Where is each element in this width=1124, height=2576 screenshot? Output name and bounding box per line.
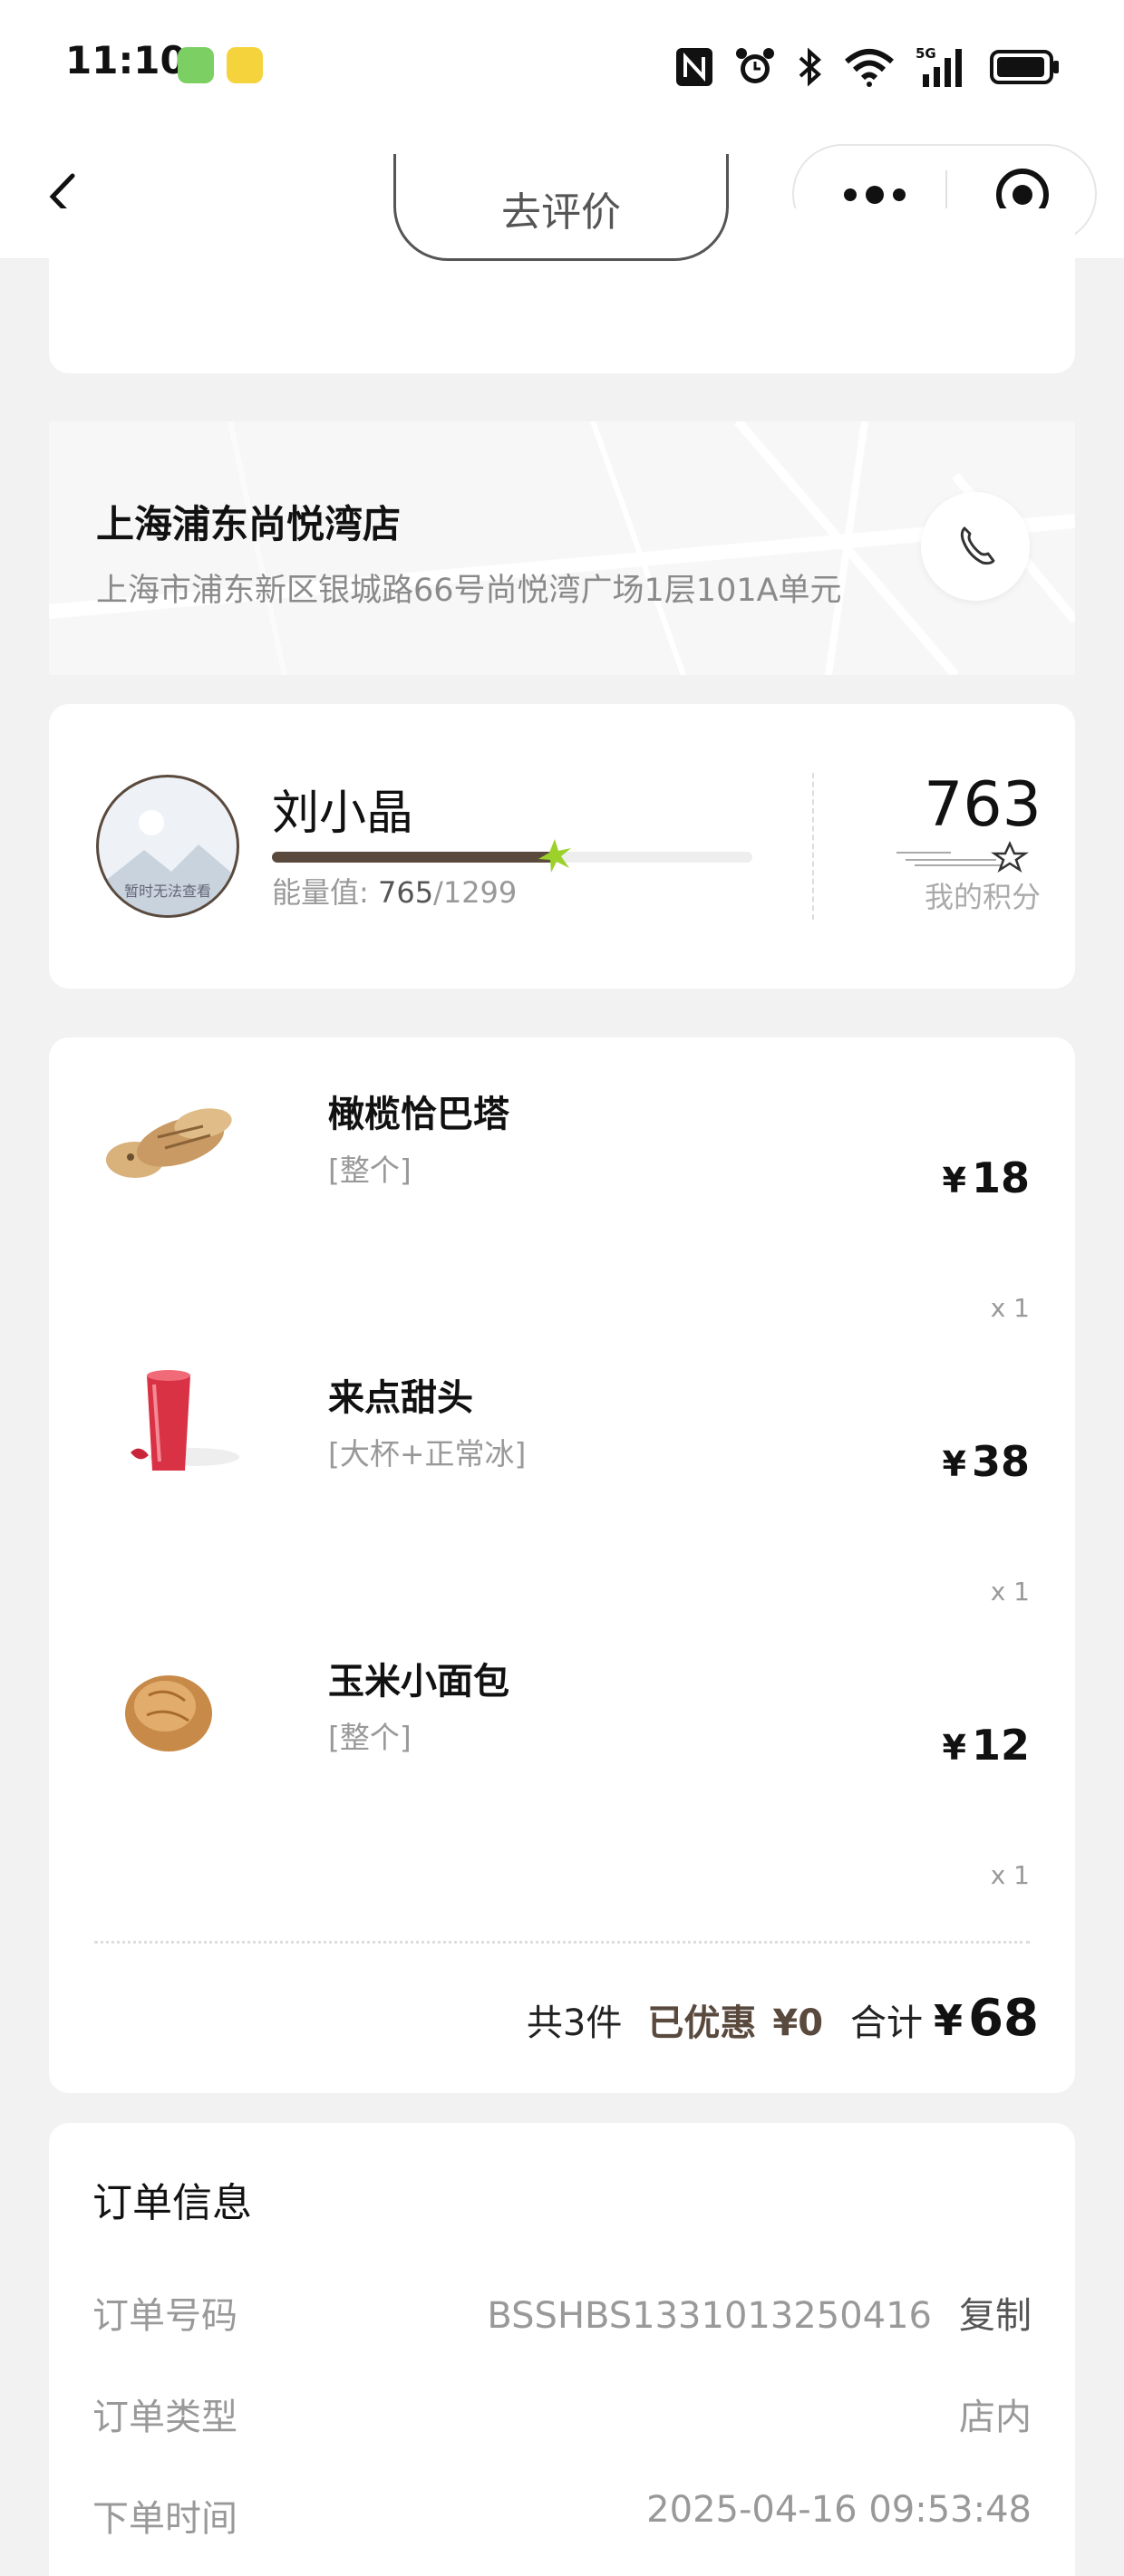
avatar-placeholder-text: 暂时无法查看: [123, 883, 211, 900]
message-app-icon: [178, 47, 214, 83]
ciabatta-image: [106, 1108, 232, 1178]
points-value[interactable]: 763: [901, 769, 1064, 841]
order-time-value: 2025-04-16 09:53:48: [646, 2489, 1032, 2531]
item-price-value: 18: [971, 1153, 1030, 1202]
item-price-value: 12: [971, 1721, 1030, 1770]
order-info-title: 订单信息: [92, 2180, 252, 2226]
currency-symbol: ¥: [942, 1444, 966, 1484]
total-label: 合计: [850, 2002, 924, 2044]
item-price: ¥18: [943, 1153, 1030, 1202]
order-number-value-wrap: BSSHBS1331013250416 复制: [487, 2286, 1032, 2339]
wifi-icon: [845, 49, 894, 87]
items-divider: [94, 1941, 1030, 1944]
order-item: 橄榄恰巴塔 [整个] ¥18 x 1: [49, 1037, 1075, 1323]
copy-button[interactable]: 复制: [959, 2295, 1032, 2337]
status-icons: 5G: [674, 40, 1061, 94]
currency-symbol: ¥: [942, 1728, 966, 1768]
item-quantity: x 1: [990, 1577, 1030, 1606]
item-quantity: x 1: [990, 1860, 1030, 1890]
order-items-card: 橄榄恰巴塔 [整个] ¥18 x 1 来点甜头 [大杯+正常冰] ¥38 x 1…: [49, 1037, 1075, 2093]
order-type-label: 订单类型: [92, 2397, 237, 2438]
item-quantity: x 1: [990, 1293, 1030, 1323]
item-spec: [大杯+正常冰]: [328, 1436, 527, 1471]
order-summary: 共3件 已优惠 ¥0 合计 ¥68: [527, 1989, 1039, 2048]
order-info-card: 订单信息 订单号码 BSSHBS1331013250416 复制 订单类型 店内 …: [49, 2123, 1075, 2576]
avatar[interactable]: 暂时无法查看: [96, 775, 239, 918]
points-star-icon: [896, 840, 1029, 873]
status-bar: 11:10 5G: [0, 0, 1124, 136]
call-store-button[interactable]: [921, 492, 1030, 601]
store-name: 上海浦东尚悦湾店: [96, 502, 402, 546]
order-number-value: BSSHBS1331013250416: [487, 2295, 932, 2337]
review-button[interactable]: 去评价: [393, 154, 729, 261]
game-app-icon: [227, 47, 263, 83]
item-price: ¥38: [943, 1437, 1030, 1486]
energy-progress-fill: [272, 852, 556, 863]
energy-current: 765: [377, 875, 434, 910]
order-time-label: 下单时间: [92, 2498, 237, 2540]
total-amount: ¥68: [934, 1989, 1039, 2048]
store-address: 上海市浦东新区银城路66号尚悦湾广场1层101A单元: [96, 573, 842, 609]
item-price: ¥12: [943, 1721, 1030, 1770]
item-spec: [整个]: [328, 1153, 412, 1188]
discount-label: 已优惠: [647, 2002, 757, 2044]
alarm-icon: [736, 48, 774, 83]
nfc-icon: [676, 48, 712, 86]
energy-star-icon: [538, 839, 572, 873]
currency-symbol: ¥: [942, 1161, 966, 1201]
total-value: 68: [968, 1989, 1039, 2048]
points-label: 我的积分: [924, 880, 1041, 914]
review-card: 去评价: [49, 154, 1075, 373]
item-name: 玉米小面包: [328, 1661, 509, 1703]
energy-total: /1299: [433, 875, 518, 910]
energy-progress-bar: [272, 839, 752, 873]
phone-icon: [960, 526, 995, 565]
energy-label: 能量值: 765/1299: [272, 870, 517, 912]
store-section: 上海浦东尚悦湾店 上海市浦东新区银城路66号尚悦湾广场1层101A单元: [49, 421, 1075, 675]
red-drink-image: [131, 1370, 239, 1471]
corn-bun-image: [125, 1675, 212, 1751]
order-number-label: 订单号码: [92, 2295, 237, 2337]
item-name: 来点甜头: [328, 1377, 473, 1419]
item-spec: [整个]: [328, 1720, 412, 1755]
energy-label-text: 能量值:: [272, 875, 369, 910]
member-divider: [812, 773, 814, 920]
bluetooth-icon: [799, 47, 821, 87]
item-price-value: 38: [971, 1437, 1030, 1486]
battery-icon: [990, 50, 1059, 84]
discount-value: ¥0: [772, 2002, 824, 2044]
member-name: 刘小晶: [272, 786, 414, 841]
order-type-value: 店内: [959, 2397, 1032, 2438]
status-time: 11:10: [65, 38, 187, 82]
svg-text:5G: 5G: [916, 45, 936, 62]
item-name: 橄榄恰巴塔: [328, 1094, 509, 1135]
currency-symbol: ¥: [934, 1996, 964, 2045]
5g-signal-icon: 5G: [916, 45, 962, 87]
order-item: 玉米小面包 [整个] ¥12 x 1: [49, 1605, 1075, 1890]
order-item: 来点甜头 [大杯+正常冰] ¥38 x 1: [49, 1321, 1075, 1606]
member-card: 暂时无法查看 刘小晶 能量值: 765/1299 763 我的积分: [49, 704, 1075, 989]
item-count: 共3件: [526, 2002, 623, 2044]
